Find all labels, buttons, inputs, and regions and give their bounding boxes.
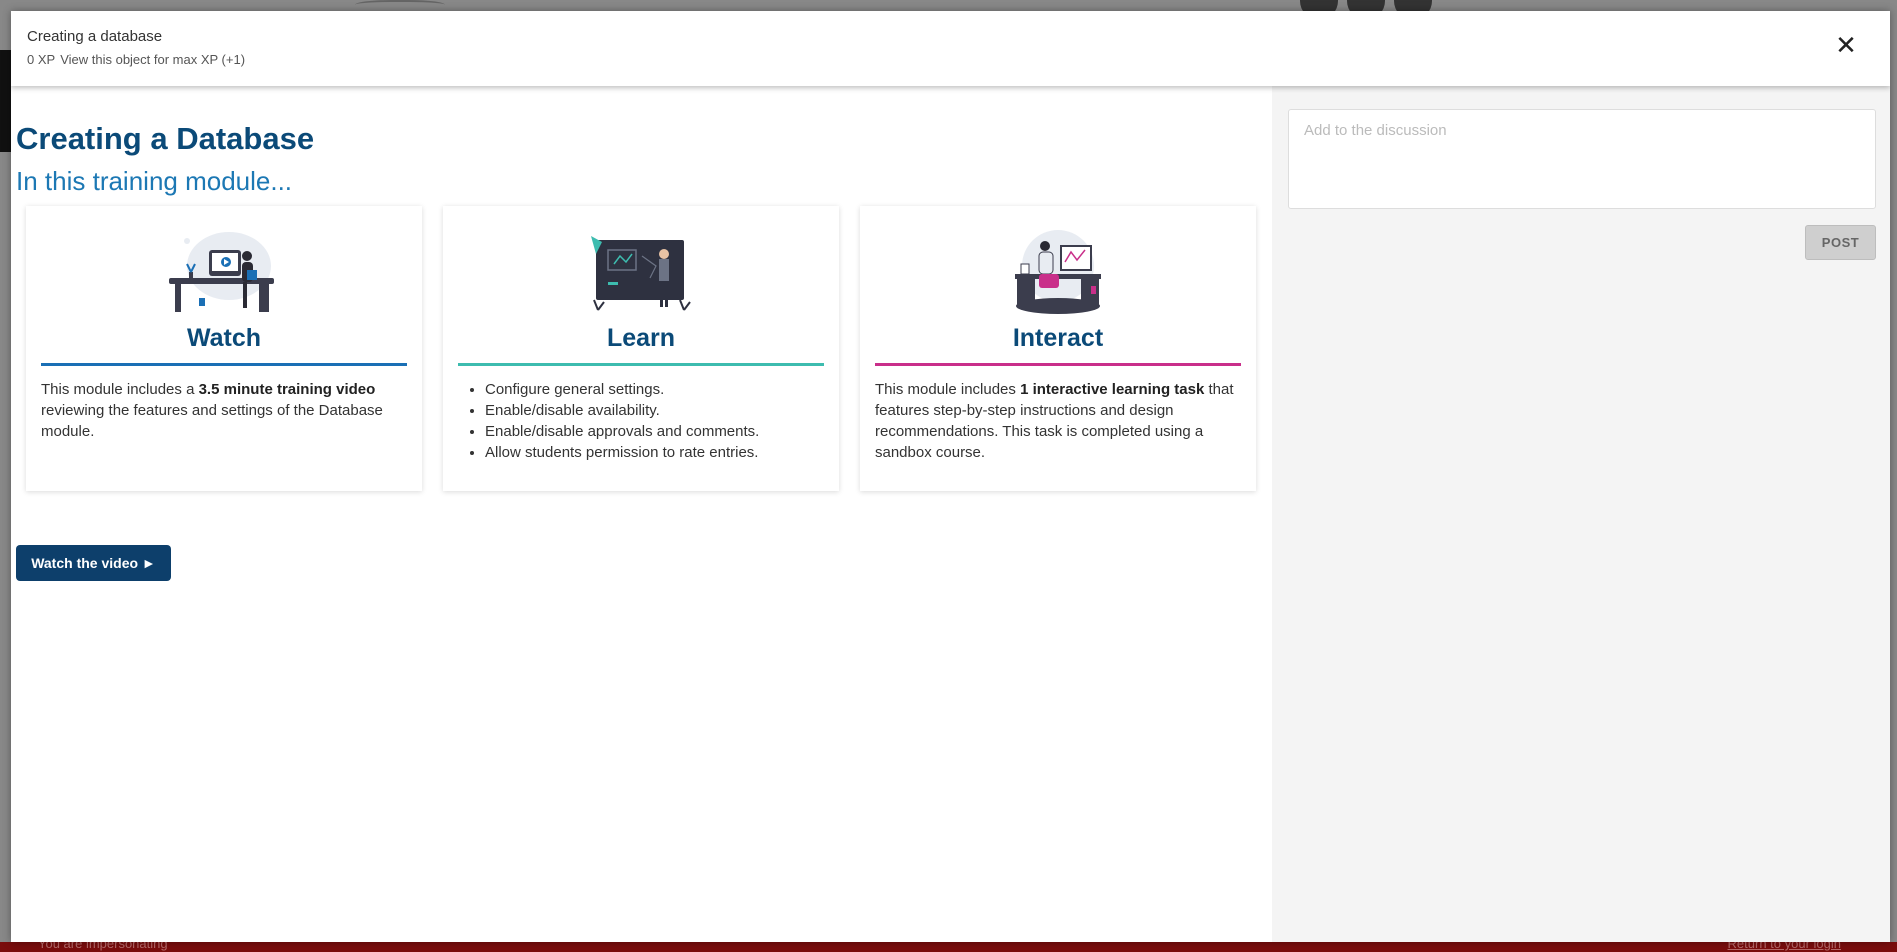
learn-card-divider (458, 363, 824, 366)
interact-illustration-icon (1015, 230, 1101, 314)
discussion-sidebar: Add to the discussion POST (1272, 86, 1890, 942)
watch-card-title: Watch (186, 324, 262, 352)
page-subtitle: In this training module... (16, 166, 293, 196)
learn-card-title: Learn (606, 324, 676, 352)
impersonation-footer: You are impersonating Return to your log… (0, 942, 1897, 952)
interact-card: Interact This module includes 1 interact… (860, 206, 1256, 491)
list-item: Enable/disable approvals and comments. (485, 421, 824, 442)
interact-card-description: This module includes 1 interactive learn… (875, 379, 1241, 463)
watch-text-bold: 3.5 minute training video (198, 381, 376, 398)
watch-video-button[interactable]: Watch the video ► (16, 545, 171, 581)
xp-value: 0 XP (27, 52, 56, 67)
list-item: Enable/disable availability. (485, 400, 824, 421)
modal-header: Creating a database 0 XP View this object… (11, 11, 1890, 86)
learn-topics-list: Configure general settings. Enable/disab… (458, 379, 824, 463)
return-to-login-link[interactable]: Return to your login (1728, 942, 1841, 951)
background-sidebar-strip (0, 50, 11, 152)
impersonating-text: You are impersonating (38, 942, 168, 951)
xp-info: 0 XP View this object for max XP (+1) (27, 52, 245, 67)
discussion-input[interactable]: Add to the discussion (1288, 109, 1876, 209)
list-item: Allow students permission to rate entrie… (485, 442, 824, 463)
learn-card-description: Configure general settings. Enable/disab… (458, 379, 824, 463)
watch-card-description: This module includes a 3.5 minute traini… (41, 379, 407, 442)
interact-card-divider (875, 363, 1241, 366)
learn-illustration-icon (591, 236, 691, 311)
interact-text-start: This module includes (875, 381, 1021, 398)
watch-card: Watch This module includes a 3.5 minute … (26, 206, 422, 491)
close-icon[interactable]: ✕ (1832, 33, 1860, 61)
page-title: Creating a Database (16, 121, 315, 156)
interact-card-title: Interact (1012, 324, 1104, 352)
watch-card-divider (41, 363, 407, 366)
watch-illustration-icon (169, 232, 274, 312)
watch-text-start: This module includes a (41, 381, 199, 398)
list-item: Configure general settings. (485, 379, 824, 400)
xp-hint: View this object for max XP (+1) (60, 52, 246, 67)
watch-text-end: reviewing the features and settings of t… (41, 402, 383, 440)
interact-text-bold: 1 interactive learning task (1020, 381, 1205, 398)
modal-title: Creating a database (27, 28, 163, 45)
learn-card: Learn Configure general settings. Enable… (443, 206, 839, 491)
module-modal: Creating a database 0 XP View this object… (11, 11, 1890, 942)
post-button[interactable]: POST (1805, 225, 1876, 260)
module-content: Creating a Database In this training mod… (11, 86, 1272, 942)
